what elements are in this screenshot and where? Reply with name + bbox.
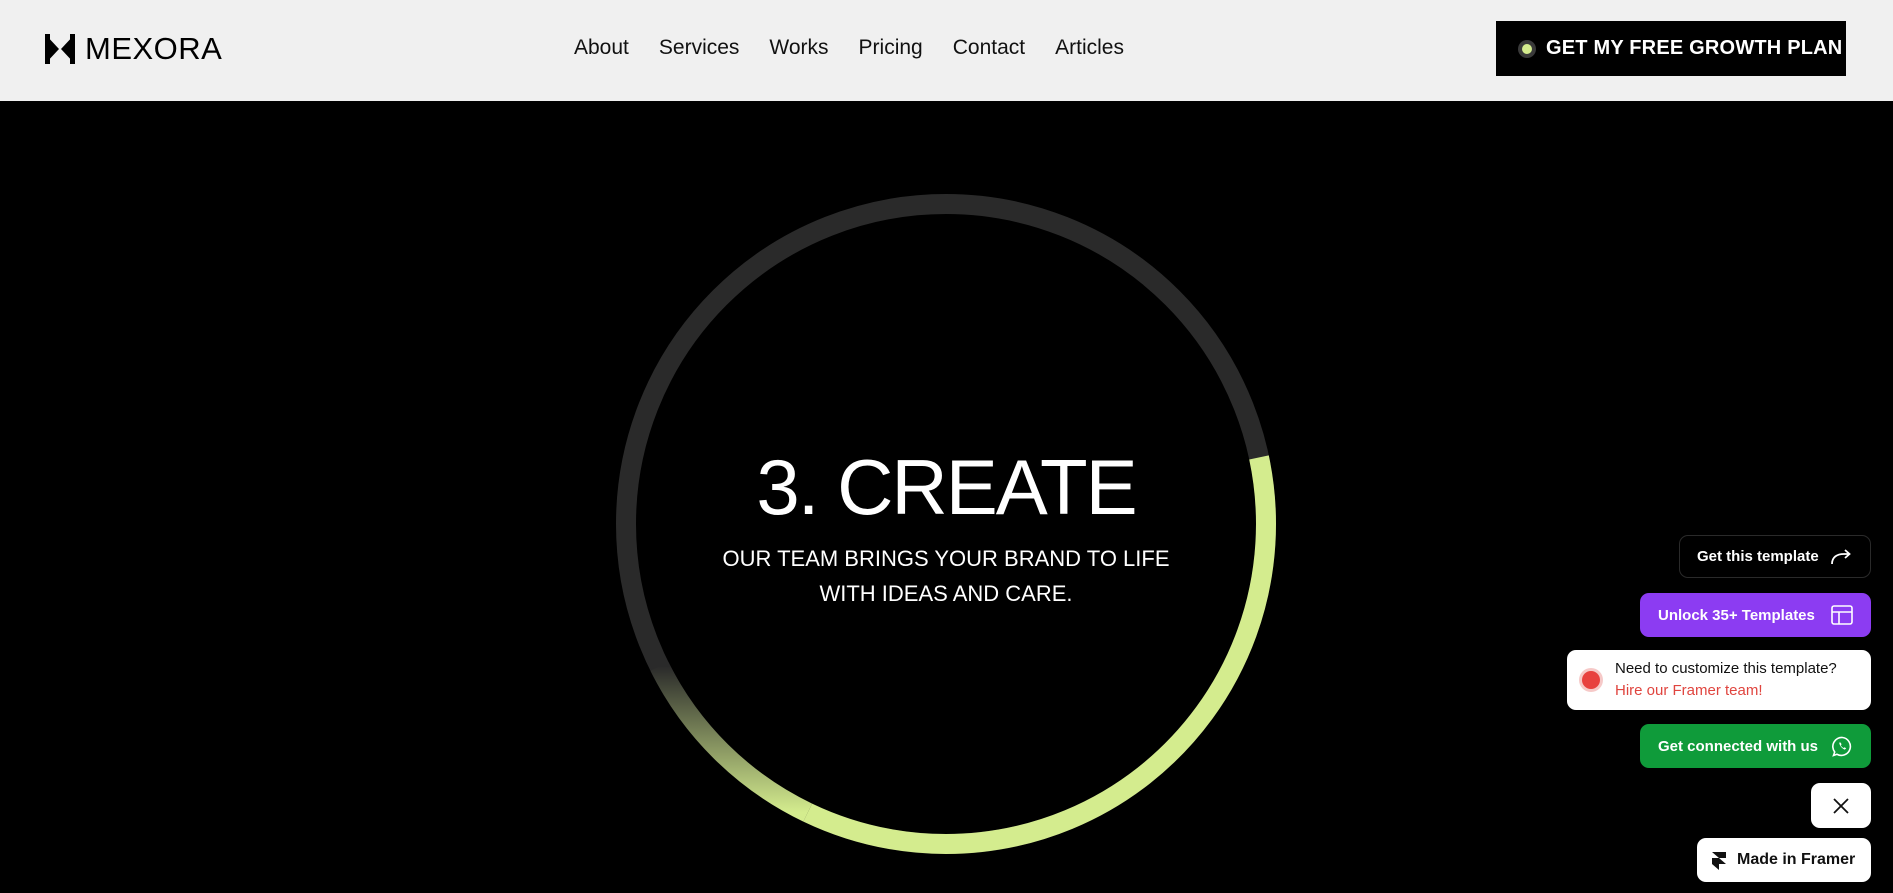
whatsapp-contact-label: Get connected with us: [1658, 737, 1819, 755]
step-description-line-2: WITH IDEAS AND CARE.: [819, 581, 1073, 606]
nav-item-contact[interactable]: Contact: [953, 36, 1025, 60]
brand-logo[interactable]: MEXORA: [44, 31, 222, 67]
whatsapp-contact-button[interactable]: Get connected with us: [1640, 724, 1871, 768]
close-floating-button[interactable]: [1811, 783, 1871, 828]
nav-item-articles[interactable]: Articles: [1055, 36, 1124, 60]
mexora-logo-icon: [45, 34, 75, 64]
get-template-button[interactable]: Get this template: [1679, 535, 1871, 578]
layout-icon: [1831, 605, 1853, 625]
site-header: MEXORA About Services Works Pricing Cont…: [0, 0, 1893, 101]
whatsapp-icon: [1832, 736, 1852, 757]
step-description-line-1: OUR TEAM BRINGS YOUR BRAND TO LIFE: [722, 546, 1170, 571]
main-nav: About Services Works Pricing Contact Art…: [574, 33, 1124, 63]
growth-plan-label: GET MY FREE GROWTH PLAN: [1546, 37, 1843, 59]
nav-item-works[interactable]: Works: [769, 36, 828, 60]
nav-item-pricing[interactable]: Pricing: [859, 36, 923, 60]
progress-arc-tail: [650, 661, 813, 822]
made-in-framer-badge[interactable]: Made in Framer: [1697, 838, 1871, 882]
brand-name: MEXORA: [85, 31, 223, 66]
made-in-framer-label: Made in Framer: [1737, 851, 1856, 868]
alert-dot-icon: [1582, 671, 1600, 689]
share-arrow-icon: [1831, 549, 1851, 565]
growth-plan-button[interactable]: GET MY FREE GROWTH PLAN: [1496, 21, 1846, 76]
step-title: 3. CREATE: [756, 443, 1137, 531]
unlock-templates-label: Unlock 35+ Templates: [1658, 606, 1815, 624]
nav-item-about[interactable]: About: [574, 36, 629, 60]
hire-team-card[interactable]: Need to customize this template? Hire ou…: [1567, 650, 1871, 710]
hire-team-link[interactable]: Hire our Framer team!: [1615, 680, 1763, 702]
framer-logo-icon: [1712, 852, 1726, 870]
step-description: OUR TEAM BRINGS YOUR BRAND TO LIFE WITH …: [686, 541, 1206, 611]
hire-team-question: Need to customize this template?: [1615, 660, 1837, 677]
close-icon: [1833, 797, 1849, 814]
unlock-templates-button[interactable]: Unlock 35+ Templates: [1640, 593, 1871, 637]
get-template-label: Get this template: [1697, 548, 1819, 565]
status-dot-icon: [1518, 39, 1536, 58]
nav-item-services[interactable]: Services: [659, 36, 740, 60]
